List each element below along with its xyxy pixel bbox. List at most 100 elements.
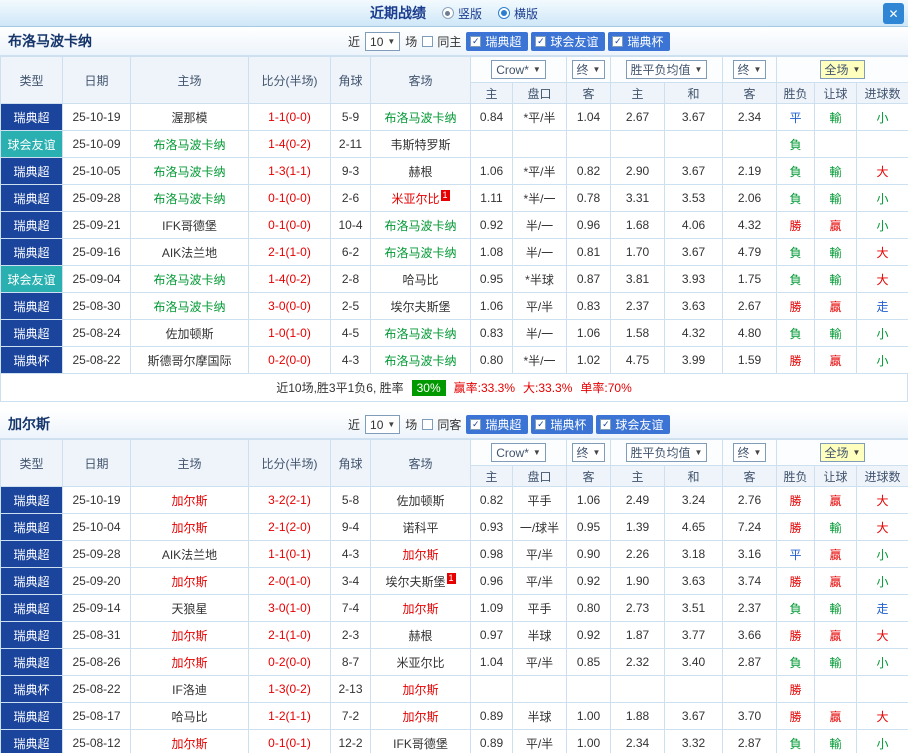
odds-company-select[interactable]: Crow* ▼ xyxy=(491,60,546,79)
home-team-cell: 布洛马波卡纳 xyxy=(130,292,249,320)
home-odds-cell: 0.98 xyxy=(470,540,513,568)
scope-select[interactable]: 全场 ▼ xyxy=(819,60,866,79)
avg-odds-select[interactable]: 胜平负均值 ▼ xyxy=(625,60,708,79)
team-label: 布洛马波卡纳 xyxy=(153,191,226,206)
avg-odds-select[interactable]: 胜平负均值 ▼ xyxy=(625,443,708,462)
goals-cell: 小 xyxy=(855,211,908,239)
handicap-cell: 平/半 xyxy=(512,648,567,676)
chevron-down-icon: ▼ xyxy=(694,65,703,74)
home-team-cell: 布洛马波卡纳 xyxy=(130,130,249,158)
league-filter-chip[interactable]: ✓ 瑞典杯 xyxy=(531,415,594,434)
handicap-cell: *半/一 xyxy=(512,184,567,212)
corner-cell: 5-9 xyxy=(330,103,371,131)
score-cell: 1-2(1-1) xyxy=(248,702,331,730)
score-cell: 3-0(1-0) xyxy=(248,594,331,622)
avg-draw-cell: 4.32 xyxy=(664,319,723,347)
goals-cell: 大 xyxy=(855,238,908,266)
away-team-cell: 诺科平 xyxy=(370,513,471,541)
avg-win-cell xyxy=(610,130,665,158)
match-row: 瑞典杯 25-08-22 IF洛迪 1-3(0-2) 2-13 加尔斯 勝 xyxy=(0,675,908,703)
avg-win-cell: 2.32 xyxy=(610,648,665,676)
league-filter-chip[interactable]: ✓ 瑞典杯 xyxy=(608,32,671,51)
score-cell: 2-1(1-0) xyxy=(248,238,331,266)
scope-select[interactable]: 全场 ▼ xyxy=(819,443,866,462)
col-type: 类型 xyxy=(0,56,63,104)
col-corner: 角球 xyxy=(330,439,371,487)
layout-horizontal-option[interactable]: 横版 xyxy=(498,5,538,22)
home-team-cell: IF洛迪 xyxy=(130,675,249,703)
col-avg-win: 主 xyxy=(610,82,665,104)
handicap-cell: 平/半 xyxy=(512,729,567,753)
close-button[interactable]: ✕ xyxy=(883,3,904,24)
league-filter-chip[interactable]: ✓ 瑞典超 xyxy=(466,32,529,51)
layout-vertical-option[interactable]: 竖版 xyxy=(441,5,482,22)
away-team-cell: 赫根 xyxy=(370,157,471,185)
away-odds-cell: 1.06 xyxy=(566,486,611,514)
same-venue-checkbox[interactable]: 同主 xyxy=(422,33,461,50)
home-odds-cell: 0.96 xyxy=(470,567,513,595)
team-name: 布洛马波卡纳 xyxy=(8,33,92,49)
big-rate: 大:33.3% xyxy=(523,381,573,395)
goals-cell: 小 xyxy=(855,103,908,131)
league-filter-chip[interactable]: ✓ 球会友谊 xyxy=(531,32,606,51)
team-label: 埃尔夫斯堡 xyxy=(385,574,446,589)
match-count-select[interactable]: 10 ▼ xyxy=(365,415,401,434)
final-odds-select[interactable]: 终 ▼ xyxy=(571,443,606,462)
away-odds-cell: 1.00 xyxy=(566,702,611,730)
chevron-down-icon: ▼ xyxy=(532,448,541,457)
team-label: 加尔斯 xyxy=(171,628,208,643)
league-filter-chip[interactable]: ✓ 球会友谊 xyxy=(596,415,671,434)
avg-win-cell: 2.26 xyxy=(610,540,665,568)
col-away: 客场 xyxy=(370,439,471,487)
away-team-cell: 哈马比 xyxy=(370,265,471,293)
home-odds-cell: 1.06 xyxy=(470,157,513,185)
chevron-down-icon: ▼ xyxy=(753,448,762,457)
col-avg-draw: 和 xyxy=(664,465,723,487)
home-team-cell: 加尔斯 xyxy=(130,567,249,595)
away-odds-cell: 0.92 xyxy=(566,621,611,649)
col-handicap: 盘口 xyxy=(512,465,567,487)
team-label: 赫根 xyxy=(408,164,433,179)
league-label: 瑞典杯 xyxy=(627,35,664,49)
team-label: 埃尔夫斯堡 xyxy=(390,299,451,314)
avg-draw-cell: 3.67 xyxy=(664,157,723,185)
match-count-select[interactable]: 10 ▼ xyxy=(365,32,401,51)
summary-bar: 近10场,胜3平1负6, 胜率 30% 赢率:33.3% 大:33.3% 单率:… xyxy=(0,374,908,402)
handicap-result-cell: 贏 xyxy=(814,486,857,514)
avg-draw-cell: 3.51 xyxy=(664,594,723,622)
avg-draw-cell: 3.18 xyxy=(664,540,723,568)
result-cell: 負 xyxy=(776,130,815,158)
away-team-cell: 布洛马波卡纳 xyxy=(370,211,471,239)
match-row: 瑞典超 25-08-26 加尔斯 0-2(0-0) 8-7 米亚尔比 1.04 平/半 0.85… xyxy=(0,648,908,676)
final-avg-select[interactable]: 终 ▼ xyxy=(732,443,767,462)
goals-cell: 大 xyxy=(855,486,908,514)
col-odds-home: 主 xyxy=(470,82,513,104)
final-odds-select[interactable]: 终 ▼ xyxy=(571,60,606,79)
home-odds-cell: 1.08 xyxy=(470,238,513,266)
section-header: 加尔斯 近 10 ▼ 场 同客 ✓ 瑞典超 ✓ 瑞典杯 ✓ 球会友谊 xyxy=(0,410,908,439)
date-cell: 25-09-20 xyxy=(62,567,131,595)
home-team-cell: AIK法兰地 xyxy=(130,238,249,266)
handicap-cell: 半球 xyxy=(512,702,567,730)
col-home: 主场 xyxy=(130,439,249,487)
avg-draw-cell: 3.63 xyxy=(664,292,723,320)
horizontal-label: 横版 xyxy=(514,6,539,21)
odds-company-select[interactable]: Crow* ▼ xyxy=(491,443,546,462)
avg-odds-cell: 胜平负均值 ▼ xyxy=(610,56,723,83)
final-avg-select[interactable]: 终 ▼ xyxy=(732,60,767,79)
avg-lose-cell: 2.76 xyxy=(722,486,777,514)
team-label: 布洛马波卡纳 xyxy=(384,110,457,125)
league-filter-chip[interactable]: ✓ 瑞典超 xyxy=(466,415,529,434)
away-team-cell: 加尔斯 xyxy=(370,702,471,730)
team-label: 斯德哥尔摩国际 xyxy=(147,353,232,368)
avg-draw-cell: 3.93 xyxy=(664,265,723,293)
corner-cell: 2-5 xyxy=(330,292,371,320)
same-venue-checkbox[interactable]: 同客 xyxy=(422,416,461,433)
games-label: 场 xyxy=(405,35,418,49)
team-label: 加尔斯 xyxy=(402,709,439,724)
match-row: 瑞典超 25-09-28 布洛马波卡纳 0-1(0-0) 2-6 米亚尔比 1 1.11 *半/… xyxy=(0,184,908,212)
score-cell: 1-1(0-1) xyxy=(248,540,331,568)
league-type-cell: 瑞典超 xyxy=(0,567,63,595)
home-odds-cell: 1.06 xyxy=(470,292,513,320)
score-cell: 3-2(2-1) xyxy=(248,486,331,514)
